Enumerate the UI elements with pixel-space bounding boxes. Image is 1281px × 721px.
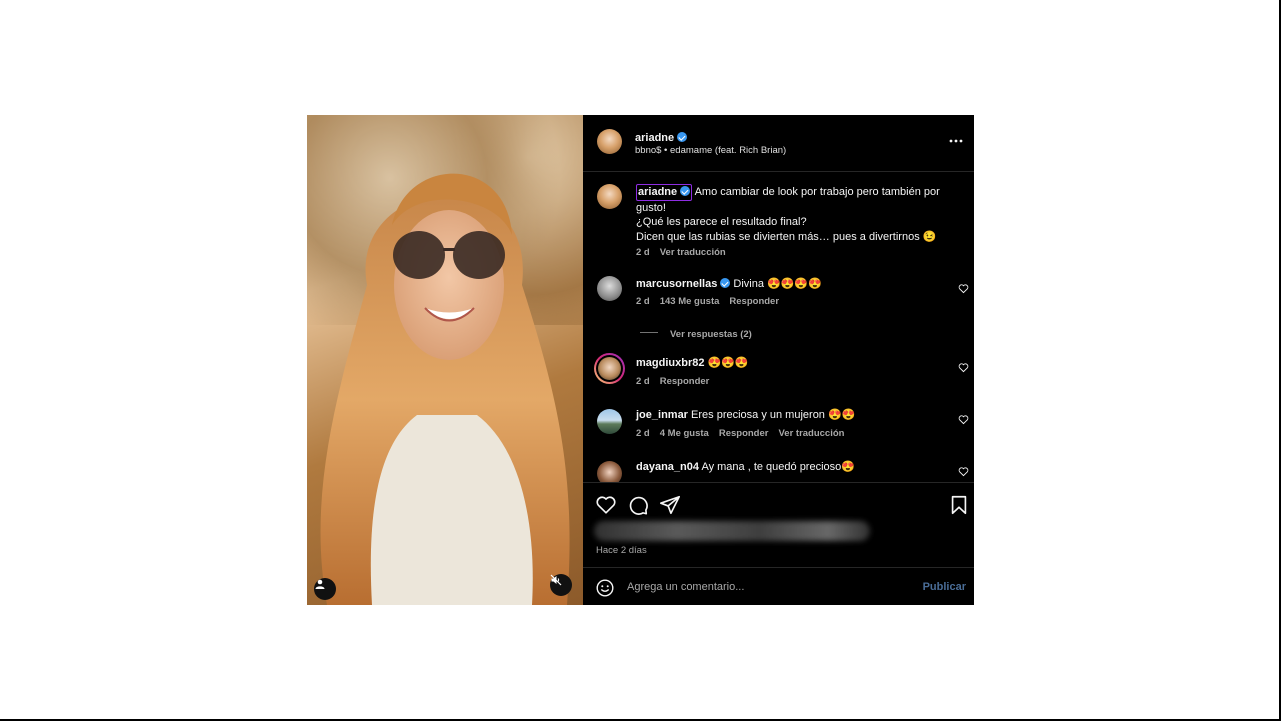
user-profile-icon [315,579,325,589]
caption-line-1: Amo cambiar de look por trabajo pero tam… [694,186,940,198]
share-icon[interactable] [659,494,681,516]
caption-meta: 2 d Ver traducción [636,247,736,258]
verified-badge-icon [720,278,731,288]
comment-likes[interactable]: 4 Me gusta [660,428,709,439]
verified-badge-icon [680,186,691,196]
comment-like-heart-icon[interactable] [958,414,969,425]
post-dialog: ariadne bbno$ • edamame (feat. Rich Bria… [307,115,974,605]
view-replies-label[interactable]: Ver respuestas (2) [670,329,752,340]
comment-body: marcusornellas Divina 😍😍😍😍 [636,277,822,292]
verified-badge-icon [677,132,688,142]
caption-username[interactable]: ariadne [638,186,677,198]
comment-body: joe_inmar Eres preciosa y un mujeron 😍😍 [636,408,855,423]
comment-username[interactable]: marcusornellas [636,278,717,290]
post-actions: Hace 2 días Publicar [583,482,974,605]
author-avatar[interactable] [597,129,622,154]
caption-text: ariadne Amo cambiar de look por trabajo … [636,184,966,244]
comment-avatar[interactable] [598,357,621,380]
caption-line-2: gusto! [636,201,666,214]
comment-like-heart-icon[interactable] [958,283,969,294]
comment-text: Ay mana , te quedó precioso😍 [701,461,855,473]
comment-like-heart-icon[interactable] [958,466,969,477]
comment-username[interactable]: magdiuxbr82 [636,357,704,369]
comment-reply-button[interactable]: Responder [660,376,710,387]
comments-list[interactable]: ariadne Amo cambiar de look por trabajo … [583,172,974,482]
comment-body: dayana_n04 Ay mana , te quedó precioso😍 [636,460,855,475]
comment-meta: 2 d Responder [636,376,719,387]
caption-username-box[interactable]: ariadne [636,184,693,201]
comment-likes[interactable]: 143 Me gusta [660,296,720,307]
comment-text: Eres preciosa y un mujeron 😍😍 [691,409,856,421]
comment-translate-link[interactable]: Ver traducción [778,428,844,439]
add-comment-bar: Publicar [583,567,974,605]
post-side-panel: ariadne bbno$ • edamame (feat. Rich Bria… [583,115,974,605]
post-media[interactable] [307,115,583,605]
mute-toggle-button[interactable] [550,574,572,596]
comment-meta: 2 d 143 Me gusta Responder [636,296,789,307]
more-options-icon[interactable] [948,133,964,149]
comment-body: magdiuxbr82 😍😍😍 [636,356,749,371]
comment-username[interactable]: joe_inmar [636,409,688,421]
caption-line-3: ¿Qué les parece el resultado final? [636,216,807,228]
comment-avatar[interactable] [597,409,622,434]
comment-avatar[interactable] [597,276,622,301]
publish-button[interactable]: Publicar [923,581,966,593]
caption-translate-link[interactable]: Ver traducción [660,247,726,258]
comment-reply-button[interactable]: Responder [719,428,769,439]
caption-line-4: Dicen que las rubias se divierten más… p… [636,230,937,243]
muted-speaker-icon [550,574,562,586]
comment-time: 2 d [636,428,650,439]
replies-line [640,332,658,334]
comment-reply-button[interactable]: Responder [729,296,779,307]
author-info: ariadne [635,128,688,146]
emoji-icon[interactable] [596,579,614,597]
post-time-ago: Hace 2 días [596,545,647,556]
audio-track[interactable]: bbno$ • edamame (feat. Rich Brian) [635,145,786,156]
comment-icon[interactable] [627,494,649,516]
comment-text: 😍😍😍 [707,357,749,369]
post-header: ariadne bbno$ • edamame (feat. Rich Bria… [583,115,974,172]
comment-like-heart-icon[interactable] [958,362,969,373]
comment-avatar[interactable] [597,461,622,482]
profile-tag-button[interactable] [314,578,336,600]
heart-icon[interactable] [595,494,617,516]
author-username[interactable]: ariadne [635,132,674,144]
reel-video-frame [320,173,570,605]
comment-time: 2 d [636,296,650,307]
liked-by-summary-blurred [594,521,870,541]
view-replies[interactable]: Ver respuestas (2) [640,324,752,342]
caption-author-avatar[interactable] [597,184,622,209]
comment-time: 2 d [636,376,650,387]
comment-input[interactable] [627,581,887,593]
comment-meta: 2 d 4 Me gusta Responder Ver traducción [636,428,854,439]
caption-time: 2 d [636,247,650,258]
comment-text: Divina 😍😍😍😍 [733,278,822,290]
bookmark-icon[interactable] [948,494,970,516]
comment-username[interactable]: dayana_n04 [636,461,699,473]
